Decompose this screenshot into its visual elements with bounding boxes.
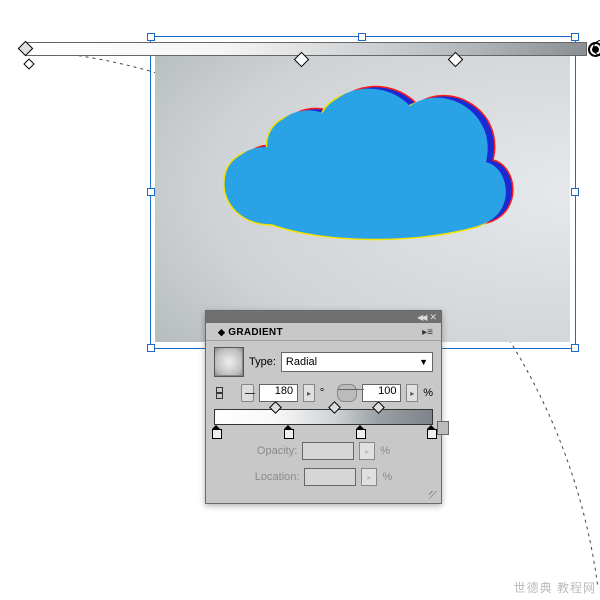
gradient-swatch[interactable] [214, 347, 244, 377]
resize-handle-tm[interactable] [358, 33, 366, 41]
gradient-panel: ◀◀ ✕ ◆GRADIENT ▸≡ Type: Radial ▼ [205, 310, 442, 504]
delete-stop-button[interactable] [437, 421, 449, 435]
resize-handle-ml[interactable] [147, 188, 155, 196]
aspect-unit: % [423, 387, 433, 399]
angle-input[interactable]: 180 [259, 384, 298, 402]
angle-icon [241, 384, 254, 402]
canvas-area[interactable]: ◀◀ ✕ ◆GRADIENT ▸≡ Type: Radial ▼ [0, 0, 600, 600]
resize-handle-tr[interactable] [571, 33, 579, 41]
angle-stepper[interactable]: ▸ [303, 384, 315, 402]
panel-color-stop[interactable] [212, 425, 220, 435]
location-label: Location: [255, 471, 300, 483]
close-icon[interactable]: ✕ [429, 312, 437, 323]
gradient-origin-handle[interactable] [18, 41, 34, 57]
opacity-input [302, 442, 354, 460]
panel-body: Type: Radial ▼ 180 ▸ ° 100 ▸ % [206, 341, 441, 503]
panel-gradient-strip-wrap [214, 409, 433, 425]
panel-menu-button[interactable]: ▸≡ [418, 326, 437, 340]
gradient-type-select[interactable]: Radial ▼ [281, 352, 433, 372]
opacity-unit: % [380, 445, 390, 457]
selection-bounding-box [150, 36, 576, 349]
aspect-ratio-icon [337, 384, 357, 402]
tab-gradient[interactable]: ◆GRADIENT [210, 325, 291, 340]
aspect-stepper[interactable]: ▸ [406, 384, 418, 402]
opacity-stepper: ▸ [359, 442, 375, 460]
angle-unit: ° [320, 387, 324, 399]
tab-toggle-icon: ◆ [218, 327, 225, 337]
resize-handle-bl[interactable] [147, 344, 155, 352]
watermark: 世德典 教程网 [514, 579, 596, 596]
location-stepper: ▸ [361, 468, 377, 486]
panel-titlebar[interactable]: ◀◀ ✕ [206, 311, 441, 323]
panel-tabbar: ◆GRADIENT ▸≡ [206, 323, 441, 341]
gradient-type-value: Radial [286, 356, 317, 368]
chevron-down-icon: ▼ [419, 357, 428, 367]
location-input [304, 468, 356, 486]
resize-handle-tl[interactable] [147, 33, 155, 41]
resize-handle-mr[interactable] [571, 188, 579, 196]
collapse-icon[interactable]: ◀◀ [417, 313, 425, 322]
panel-color-stop[interactable] [284, 425, 292, 435]
location-unit: % [382, 471, 392, 483]
panel-resize-grip[interactable] [429, 491, 439, 501]
gradient-origin-anchor[interactable] [23, 58, 34, 69]
panel-title: GRADIENT [228, 327, 283, 338]
resize-handle-br[interactable] [571, 344, 579, 352]
panel-gradient-strip[interactable] [214, 409, 433, 425]
opacity-label: Opacity: [257, 445, 297, 457]
aspect-input[interactable]: 100 [362, 384, 401, 402]
type-label: Type: [249, 356, 276, 368]
reverse-gradient-button[interactable] [214, 385, 225, 401]
panel-color-stop[interactable] [356, 425, 364, 435]
panel-color-stop[interactable] [427, 425, 435, 435]
